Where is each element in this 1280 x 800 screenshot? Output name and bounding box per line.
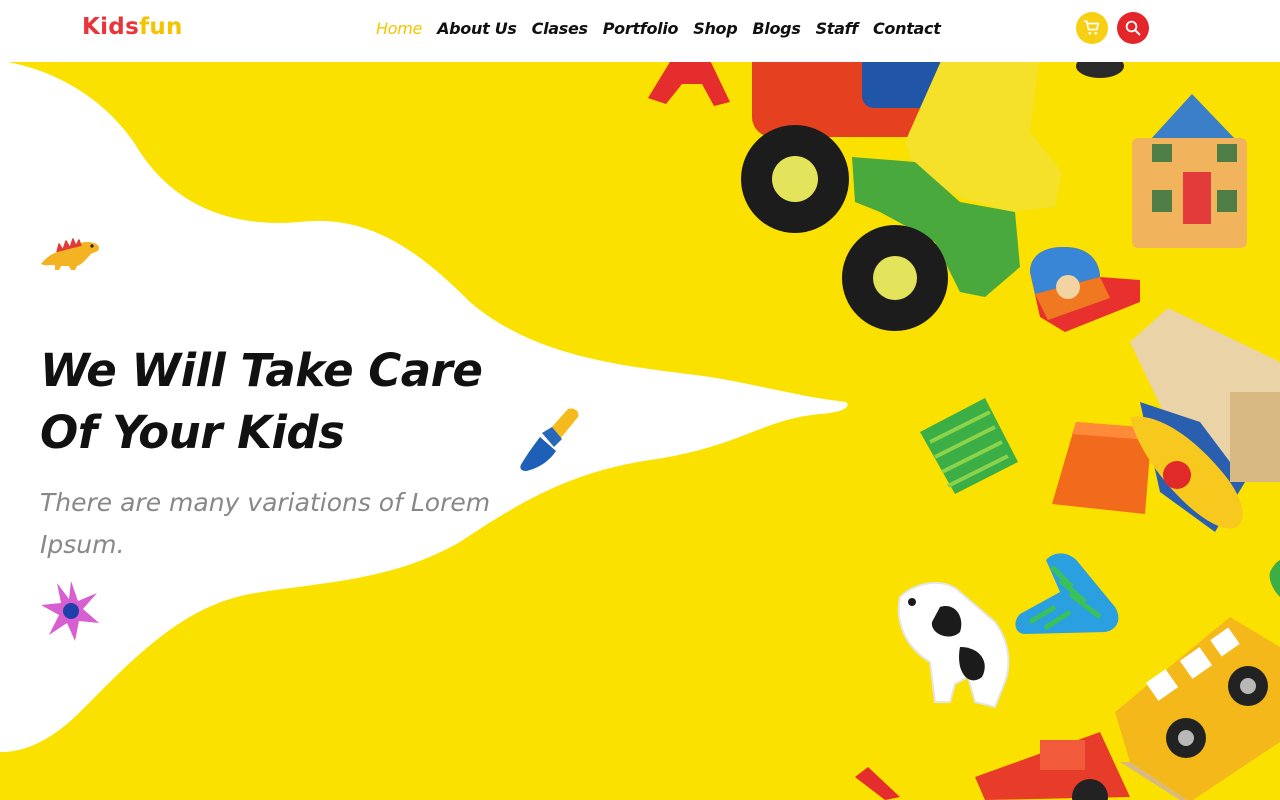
toy-train-car [1115,617,1280,800]
hero-title-line1: We Will Take Care [40,344,483,397]
hero-title-line2: Of Your Kids [40,406,345,459]
toy-letter-a [648,62,730,106]
toy-red-engine [975,732,1130,800]
logo[interactable]: Kidsfun [82,14,183,40]
nav-clases[interactable]: Clases [532,19,588,38]
search-button[interactable] [1117,12,1149,44]
toy-boot [1030,247,1140,332]
nav-blogs[interactable]: Blogs [752,19,800,38]
nav-home[interactable]: Home [376,19,422,38]
nav-shop[interactable]: Shop [693,19,737,38]
toy-green-corner [1269,560,1280,597]
dinosaur-icon [41,238,99,270]
search-icon [1125,20,1141,36]
site-header: Kidsfun Home About Us Clases Portfolio S… [0,0,1280,62]
toy-striped-v [1015,553,1119,634]
flower-icon [41,581,99,641]
toy-truck [741,62,1062,331]
hero-title: We Will Take Care Of Your Kids [40,340,520,464]
toy-wooden-crane [1130,308,1280,532]
logo-part-fun: fun [139,14,183,40]
cart-button[interactable] [1076,12,1108,44]
nav-about-us[interactable]: About Us [437,19,517,38]
toy-wheel-top [1076,62,1124,78]
hero-subtitle: There are many variations of Lorem Ipsum… [40,488,491,559]
nav-staff[interactable]: Staff [816,19,859,38]
logo-part-kids: Kids [82,14,140,40]
toy-house [1132,94,1247,248]
hero-section: We Will Take Care Of Your Kids There are… [0,62,1280,800]
page: Kidsfun Home About Us Clases Portfolio S… [0,0,1280,800]
nav-contact[interactable]: Contact [873,19,941,38]
nav-portfolio[interactable]: Portfolio [603,19,679,38]
cart-icon [1083,20,1100,35]
main-nav: Home About Us Clases Portfolio Shop Blog… [376,19,941,38]
toy-red-bar [855,767,900,800]
toy-green-cube [920,398,1018,494]
paintbrush-icon [520,408,579,471]
toy-cow [897,581,1010,709]
